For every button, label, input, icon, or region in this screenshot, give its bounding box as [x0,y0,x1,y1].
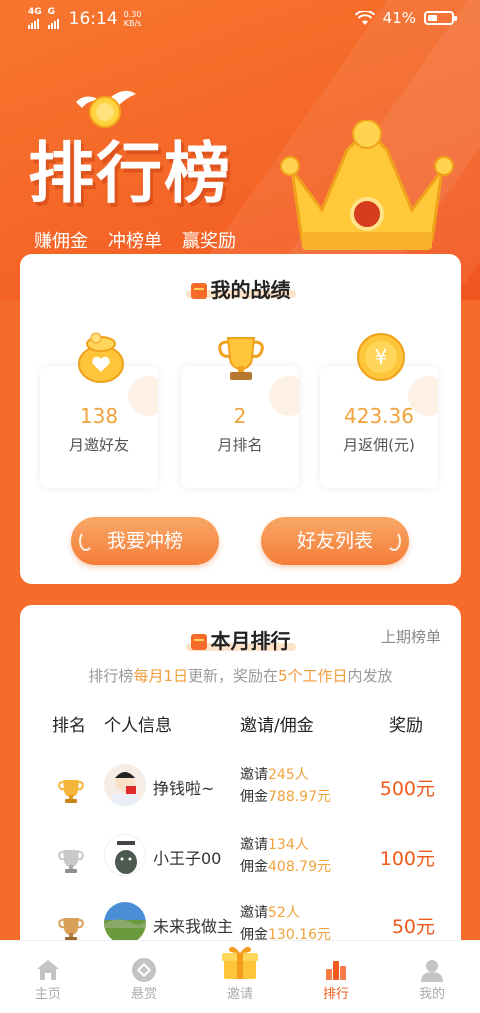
avatar [104,902,146,944]
battery-fill [428,15,437,21]
tab-ranking[interactable]: 排行 [288,941,384,1013]
notice-highlight: 5个工作日 [278,667,348,685]
hero-tag: 赢奖励 [182,231,236,252]
my-record-title-text: 我的战绩 [210,278,291,302]
invite-commission: 邀请134人 佣金408.79元 [240,834,331,878]
invite-label: 邀请 [240,767,268,783]
gift-icon [190,634,207,650]
invite-label: 邀请 [240,837,268,853]
friend-list-button[interactable]: 好友列表 [261,517,409,565]
money-bag-icon [78,332,124,383]
ranking-title-text: 本月排行 [210,629,291,653]
crown-icon [280,120,454,250]
notice-text: 排行榜 [88,667,134,685]
page-title: 排行榜 [28,135,232,212]
stat-rank: 2 月排名 [181,366,299,488]
home-icon [37,960,59,980]
avatar [104,834,146,876]
clock: 16:14 [68,8,118,29]
invite-count: 134人 [268,837,309,853]
stat-label: 月邀好友 [68,436,129,454]
tab-label: 悬赏 [130,987,157,1002]
tab-label: 我的 [418,987,445,1002]
network-type: 4G [28,7,42,17]
reward-amount: 100元 [379,848,435,870]
user-name: 挣钱啦~ [153,779,215,798]
my-record-title: 我的战绩 [20,274,461,303]
network-type-2: G [47,7,56,17]
user-name: 小王子00 [153,849,222,868]
ranking-row[interactable]: 挣钱啦~ 邀请245人 佣金788.97元 500元 [20,764,461,834]
battery-icon [424,11,457,25]
invite-label: 邀请 [240,905,268,921]
tab-label: 主页 [34,987,61,1002]
net-speed-unit: KB/s [123,18,142,28]
notice-text: 更新，奖励在 [187,667,278,685]
tab-home[interactable]: 主页 [0,941,96,1013]
stat-value: 138 [79,404,119,428]
bronze-trophy-icon [58,918,84,941]
ranking-notice: 排行榜每月1日更新，奖励在5个工作日内发放 [20,665,461,686]
tab-label: 排行 [322,987,349,1002]
header-info: 个人信息 [104,716,172,736]
notice-highlight: 每月1日 [133,667,188,685]
ranking-row[interactable]: 小王子00 邀请134人 佣金408.79元 100元 [20,834,461,904]
climb-rank-button[interactable]: 我要冲榜 [71,517,219,565]
signal-icon [28,17,42,29]
bounty-icon [132,958,156,982]
notice-text: 内发放 [347,667,393,685]
reward-amount: 500元 [379,778,435,800]
gift-icon [190,283,207,299]
tab-invite[interactable]: 邀请 [192,941,288,1013]
hero-tag: 冲榜单 [108,231,162,252]
signal-icon [47,17,59,29]
bottom-tab-bar: 主页 悬赏 邀请 排行 我的 [0,940,480,1013]
wifi-icon [354,10,375,25]
reward-amount: 50元 [391,916,435,938]
my-record-card: 我的战绩 138 月邀好友 2 月排名 423.36 月返佣(元) ¥ 我要冲榜 [20,254,461,584]
invite-commission: 邀请245人 佣金788.97元 [240,764,331,808]
tab-profile[interactable]: 我的 [384,941,480,1013]
commission-amount: 788.97元 [268,789,331,805]
header-reward: 奖励 [389,716,423,736]
tab-label: 邀请 [226,987,253,1002]
climb-rank-button-label: 我要冲榜 [106,530,183,552]
stat-invites: 138 月邀好友 [40,366,158,488]
status-bar: 4G G 16:14 0.30 KB/s 41% [0,0,480,38]
commission-label: 佣金 [240,789,268,805]
trophy-icon [218,337,264,380]
stat-commission: 423.36 月返佣(元) [320,366,438,488]
net-speed: 0.30 KB/s [124,10,142,28]
commission-label: 佣金 [240,859,268,875]
avatar [104,764,146,806]
yuan-coin-icon: ¥ [357,333,405,381]
svg-text:¥: ¥ [375,345,388,369]
hero-tags: 赚佣金 冲榜单 赢奖励 [34,227,236,253]
net-speed-value: 0.30 [123,9,142,19]
header-invite: 邀请/佣金 [240,716,314,736]
invite-count: 245人 [268,767,309,783]
hero-tag: 赚佣金 [34,231,88,252]
commission-amount: 408.79元 [268,859,331,875]
user-name: 未来我做主 [153,917,234,936]
gold-trophy-icon [58,780,84,803]
stat-label: 月排名 [217,436,263,454]
gift-icon [222,946,258,979]
ranking-icon [326,961,346,980]
last-month-link[interactable]: 上期榜单 [381,626,441,647]
battery-percent: 41% [382,9,416,27]
stat-value: 2 [233,404,247,428]
tab-bounty[interactable]: 悬赏 [96,941,192,1013]
profile-icon [421,960,443,982]
invite-count: 52人 [268,905,300,921]
header-rank: 排名 [52,716,86,736]
stat-label: 月返佣(元) [343,436,415,454]
stat-value: 423.36 [344,404,414,428]
silver-trophy-icon [58,850,84,873]
friend-list-button-label: 好友列表 [296,530,373,552]
